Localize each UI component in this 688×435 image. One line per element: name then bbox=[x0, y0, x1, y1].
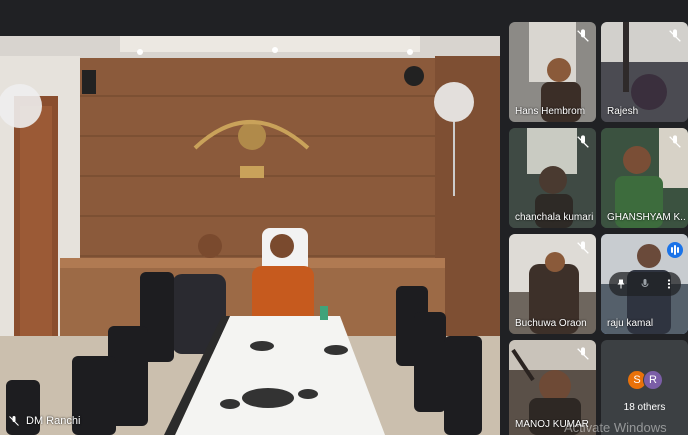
pin-icon bbox=[617, 279, 625, 289]
participant-name: Buchuwa Oraon bbox=[515, 318, 587, 329]
tile-hover-controls bbox=[609, 272, 681, 296]
participant-name: Hans Hembrom bbox=[515, 106, 586, 117]
participant-tile[interactable]: GHANSHYAM K... bbox=[601, 128, 688, 228]
others-avatars: S R bbox=[627, 370, 663, 390]
conference-room-video bbox=[0, 36, 500, 435]
main-speaker-tile[interactable]: DM Ranchi bbox=[0, 36, 500, 435]
participant-name: chanchala kumari bbox=[515, 212, 593, 223]
mic-off-icon bbox=[669, 135, 681, 148]
mic-off-icon bbox=[669, 29, 681, 42]
mic-off-icon bbox=[577, 347, 589, 360]
more-vert-icon bbox=[667, 279, 671, 289]
mic-icon bbox=[641, 279, 649, 287]
participant-tile[interactable]: Buchuwa Oraon bbox=[509, 234, 596, 334]
avatar: R bbox=[643, 370, 663, 390]
windows-activation-watermark: Activate Windows bbox=[564, 420, 667, 435]
more-options-button[interactable] bbox=[662, 277, 676, 291]
mic-off-icon bbox=[577, 135, 589, 148]
main-speaker-name: DM Ranchi bbox=[8, 415, 80, 427]
participant-tile[interactable]: chanchala kumari bbox=[509, 128, 596, 228]
participant-tile[interactable]: Rajesh bbox=[601, 22, 688, 122]
participant-name: GHANSHYAM K... bbox=[607, 212, 685, 223]
participant-name: Rajesh bbox=[607, 106, 639, 117]
mic-off-icon bbox=[577, 241, 589, 254]
pin-button[interactable] bbox=[614, 277, 628, 291]
main-speaker-label: DM Ranchi bbox=[26, 415, 81, 427]
mute-button[interactable] bbox=[638, 277, 652, 291]
speaking-icon bbox=[667, 242, 683, 258]
participant-tile[interactable]: Hans Hembrom bbox=[509, 22, 596, 122]
others-count: 18 others bbox=[623, 402, 666, 413]
mic-off-icon bbox=[577, 29, 589, 42]
participant-tile-active[interactable]: raju kamal bbox=[601, 234, 688, 334]
participant-name: raju kamal bbox=[607, 318, 654, 329]
mic-off-icon bbox=[9, 416, 19, 426]
